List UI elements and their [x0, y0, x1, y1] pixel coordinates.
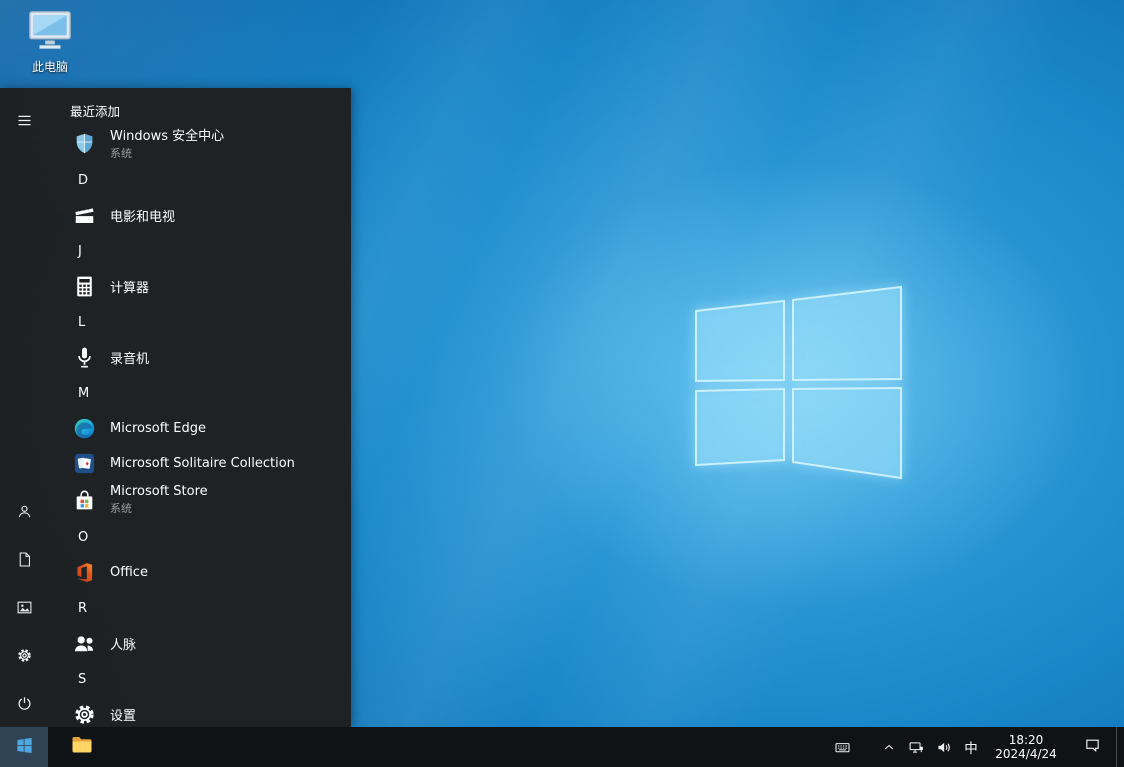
start-app-item[interactable]: Office	[48, 555, 351, 590]
app-item-label: 电影和电视	[110, 206, 175, 225]
shield-icon	[70, 131, 98, 156]
app-item-subtitle: 系统	[110, 145, 224, 161]
start-app-list: 最近添加 Windows 安全中心系统D电影和电视J计算器L录音机MMicros…	[48, 88, 351, 727]
letter-header-m[interactable]: M	[48, 375, 351, 411]
app-item-label: 设置	[110, 705, 136, 724]
app-list-items: Windows 安全中心系统D电影和电视J计算器L录音机MMicrosoft E…	[48, 124, 351, 727]
desktop-icon-this-pc[interactable]: 此电脑	[14, 6, 86, 79]
user-account-button[interactable]	[0, 487, 48, 535]
windows-logo-icon	[15, 736, 34, 759]
keyboard-icon	[834, 739, 851, 756]
pictures-icon	[16, 599, 33, 616]
app-item-text: Microsoft Store系统	[110, 484, 208, 516]
tray-icon-group	[822, 727, 958, 767]
touch-keyboard-button[interactable]	[822, 727, 862, 767]
settings-button[interactable]	[0, 631, 48, 679]
start-menu-rail	[0, 88, 48, 727]
volume-icon	[936, 739, 953, 756]
taskbar: 中 18:20 2024/4/24	[0, 727, 1124, 767]
file-explorer-button[interactable]	[60, 727, 104, 767]
this-pc-label: 此电脑	[32, 58, 68, 75]
app-item-text: 录音机	[110, 348, 149, 367]
calculator-icon	[70, 274, 98, 299]
start-app-item[interactable]: 计算器	[48, 269, 351, 304]
app-item-text: Office	[110, 565, 148, 580]
ime-indicator[interactable]: 中	[958, 727, 984, 767]
chevron-up-icon	[882, 740, 896, 754]
start-app-item[interactable]: 录音机	[48, 340, 351, 375]
letter-header-o[interactable]: O	[48, 519, 351, 555]
hamburger-icon	[16, 112, 33, 129]
power-button[interactable]	[0, 679, 48, 727]
start-button[interactable]	[0, 727, 48, 767]
this-pc-icon	[27, 10, 73, 56]
app-item-text: 计算器	[110, 277, 149, 296]
microphone-icon	[70, 345, 98, 370]
rail-bottom-group	[0, 487, 48, 727]
recently-added-header: 最近添加	[48, 96, 351, 124]
clock-date: 2024/4/24	[995, 747, 1057, 762]
start-app-item[interactable]: Microsoft Solitaire Collection	[48, 446, 351, 481]
app-item-label: 人脉	[110, 634, 136, 653]
document-icon	[16, 551, 33, 568]
people-icon	[70, 631, 98, 656]
letter-header-r[interactable]: R	[48, 590, 351, 626]
app-item-subtitle: 系统	[110, 500, 208, 516]
gear-icon	[70, 702, 98, 727]
action-center-icon	[1084, 737, 1101, 758]
network-icon	[908, 739, 925, 756]
solitaire-icon	[70, 451, 98, 476]
start-app-item[interactable]: Microsoft Edge	[48, 411, 351, 446]
documents-button[interactable]	[0, 535, 48, 583]
app-item-label: Microsoft Edge	[110, 421, 206, 436]
volume-button[interactable]	[930, 727, 958, 767]
office-icon	[70, 560, 98, 585]
start-app-item[interactable]: Windows 安全中心系统	[48, 124, 351, 162]
start-app-item[interactable]: 电影和电视	[48, 198, 351, 233]
start-app-item[interactable]: 设置	[48, 697, 351, 727]
start-menu: 最近添加 Windows 安全中心系统D电影和电视J计算器L录音机MMicros…	[0, 88, 351, 727]
letter-header-l[interactable]: L	[48, 304, 351, 340]
app-item-label: Office	[110, 565, 148, 580]
expand-menu-button[interactable]	[0, 96, 48, 144]
app-item-text: Microsoft Edge	[110, 421, 206, 436]
start-app-item[interactable]: 人脉	[48, 626, 351, 661]
show-desktop-button[interactable]	[1116, 727, 1124, 767]
show-hidden-icons-button[interactable]	[876, 727, 902, 767]
store-icon	[70, 488, 98, 513]
app-item-text: 电影和电视	[110, 206, 175, 225]
folder-icon	[70, 733, 94, 761]
letter-header-s[interactable]: S	[48, 661, 351, 697]
clock-time: 18:20	[1009, 733, 1044, 748]
letter-header-d[interactable]: D	[48, 162, 351, 198]
app-item-label: Microsoft Solitaire Collection	[110, 456, 295, 471]
start-app-item[interactable]: Microsoft Store系统	[48, 481, 351, 519]
app-item-label: 录音机	[110, 348, 149, 367]
network-button[interactable]	[902, 727, 930, 767]
rail-top-group	[0, 96, 48, 144]
app-item-text: 人脉	[110, 634, 136, 653]
movies-icon	[70, 203, 98, 228]
app-item-text: 设置	[110, 705, 136, 724]
user-icon	[16, 503, 33, 520]
app-item-label: 计算器	[110, 277, 149, 296]
gear-icon	[16, 647, 33, 664]
action-center-button[interactable]	[1068, 727, 1116, 767]
power-icon	[16, 695, 33, 712]
edge-icon	[70, 416, 98, 441]
app-item-text: Microsoft Solitaire Collection	[110, 456, 295, 471]
system-tray: 中 18:20 2024/4/24	[822, 727, 1124, 767]
letter-header-j[interactable]: J	[48, 233, 351, 269]
pictures-button[interactable]	[0, 583, 48, 631]
app-item-label: Microsoft Store	[110, 484, 208, 499]
taskbar-clock[interactable]: 18:20 2024/4/24	[984, 727, 1068, 767]
app-item-text: Windows 安全中心系统	[110, 125, 224, 161]
app-item-label: Windows 安全中心	[110, 125, 224, 144]
